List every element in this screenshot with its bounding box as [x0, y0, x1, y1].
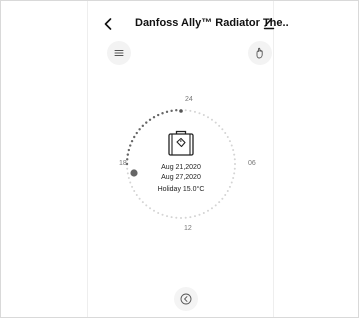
suitcase-icon — [168, 130, 194, 156]
dial-label-06: 06 — [248, 160, 256, 167]
dial-dot — [234, 163, 236, 165]
dial-dot — [221, 197, 224, 200]
dial-dot — [149, 207, 152, 210]
holiday-start-date: Aug 21,2020 — [161, 164, 201, 171]
dial-dot — [214, 121, 217, 124]
holiday-end-date: Aug 27,2020 — [161, 174, 201, 181]
dial-dot — [210, 118, 213, 121]
dial-dot — [207, 209, 209, 212]
dial-dot — [157, 211, 160, 214]
dial-dot — [145, 121, 148, 124]
dial-dot — [189, 216, 192, 219]
dial-dot — [202, 114, 205, 117]
dial-dot — [210, 207, 213, 210]
dial-dot — [175, 216, 178, 219]
dial-dot — [126, 172, 129, 175]
dial-dot — [170, 216, 173, 219]
dial-dot — [126, 167, 129, 170]
dial-dot — [138, 197, 141, 200]
dial-dot — [127, 148, 131, 152]
dial-label-12: 12 — [184, 225, 192, 232]
dial-dot — [135, 193, 138, 196]
dial-top-marker — [179, 109, 183, 113]
dial-dot — [193, 110, 196, 113]
dial-dot — [233, 158, 236, 161]
dial-dot — [198, 213, 201, 216]
dial-dot — [202, 211, 205, 214]
previous-button[interactable] — [174, 287, 198, 311]
dial-dot — [180, 217, 182, 219]
holiday-mode-text: Holiday 15.0°C — [157, 186, 205, 193]
dial-dot — [126, 153, 130, 156]
dial-dot — [145, 204, 148, 207]
dial-dot — [207, 116, 209, 119]
dial-dot — [184, 109, 187, 112]
dial-dot — [166, 215, 169, 218]
dial-dot — [233, 167, 236, 170]
dial-dot — [214, 204, 217, 207]
dial-dot — [189, 109, 192, 112]
dial-dot — [165, 110, 169, 114]
dial-dot — [232, 176, 235, 179]
dial-label-24: 24 — [185, 96, 193, 103]
dial-dot — [224, 193, 227, 196]
app-frame: Danfoss Ally™ Radiator The.. 24 06 12 18 — [0, 0, 359, 318]
dial-dot — [141, 201, 144, 204]
dial-dot — [148, 118, 152, 121]
chevron-left-circle-icon — [180, 293, 192, 305]
dial-dot — [170, 109, 173, 113]
dial-dot — [161, 213, 164, 216]
dial-dot — [184, 216, 187, 219]
dial-dot — [218, 201, 221, 204]
dial-dot — [152, 116, 156, 119]
dial-dot — [161, 112, 164, 115]
dial-dot — [153, 209, 155, 212]
dial-dot — [156, 113, 160, 117]
dial-dot — [198, 112, 201, 115]
dial-dot — [232, 149, 235, 152]
dial-dot — [230, 144, 233, 147]
dial-dot — [127, 176, 130, 179]
dial-dot — [233, 153, 236, 156]
dial-dot — [233, 172, 236, 175]
dial-center-info: Aug 21,2020 Aug 27,2020 Holiday 15.0°C — [131, 127, 231, 193]
dial-dot — [193, 215, 196, 218]
dial-dot — [175, 109, 178, 112]
dial-dot — [230, 181, 233, 184]
dial-label-18: 18 — [119, 160, 127, 167]
